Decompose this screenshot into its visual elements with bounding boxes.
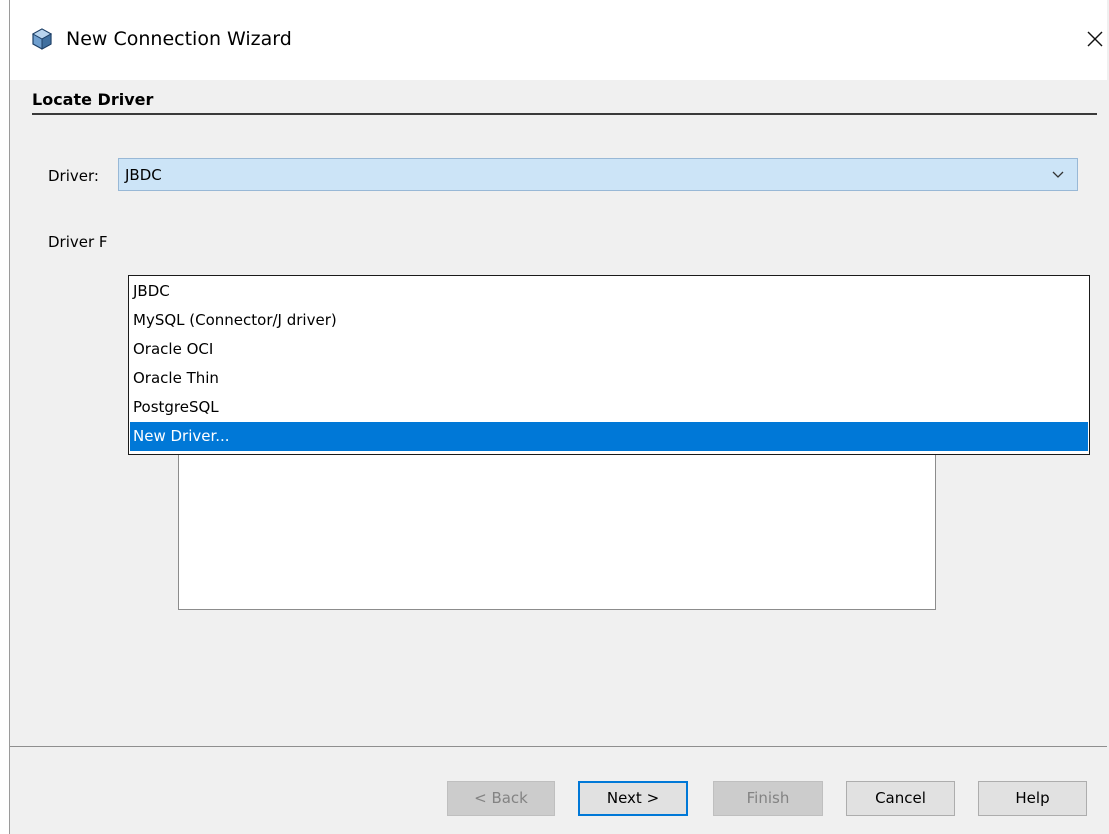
dropdown-option-mysql[interactable]: MySQL (Connector/J driver) [130, 306, 1088, 335]
step-title: Locate Driver [32, 90, 154, 109]
dropdown-option-postgresql[interactable]: PostgreSQL [130, 393, 1088, 422]
back-button[interactable]: < Back [447, 781, 555, 816]
chevron-down-icon [1052, 171, 1064, 178]
next-button[interactable]: Next > [578, 781, 688, 816]
button-bar: < Back Next > Finish Cancel Help [10, 747, 1107, 834]
driver-file-label: Driver F [48, 233, 108, 251]
driver-select[interactable]: JBDC [118, 158, 1078, 191]
dropdown-option-new-driver[interactable]: New Driver... [130, 422, 1088, 451]
cancel-button[interactable]: Cancel [846, 781, 955, 816]
dropdown-option-oracle-thin[interactable]: Oracle Thin [130, 364, 1088, 393]
cube-icon [31, 28, 53, 50]
step-title-divider [32, 113, 1097, 115]
driver-label: Driver: [48, 167, 99, 185]
finish-button[interactable]: Finish [713, 781, 823, 816]
dropdown-option-jbdc[interactable]: JBDC [130, 277, 1088, 306]
wizard-content: Locate Driver Driver: JBDC Driver F JBDC… [10, 80, 1107, 746]
close-icon[interactable] [1080, 24, 1109, 54]
title-bar: New Connection Wizard [10, 0, 1107, 80]
dropdown-option-oracle-oci[interactable]: Oracle OCI [130, 335, 1088, 364]
help-button[interactable]: Help [978, 781, 1087, 816]
driver-dropdown-list[interactable]: JBDC MySQL (Connector/J driver) Oracle O… [128, 275, 1090, 455]
driver-select-value: JBDC [125, 166, 162, 184]
window-title: New Connection Wizard [66, 28, 292, 50]
